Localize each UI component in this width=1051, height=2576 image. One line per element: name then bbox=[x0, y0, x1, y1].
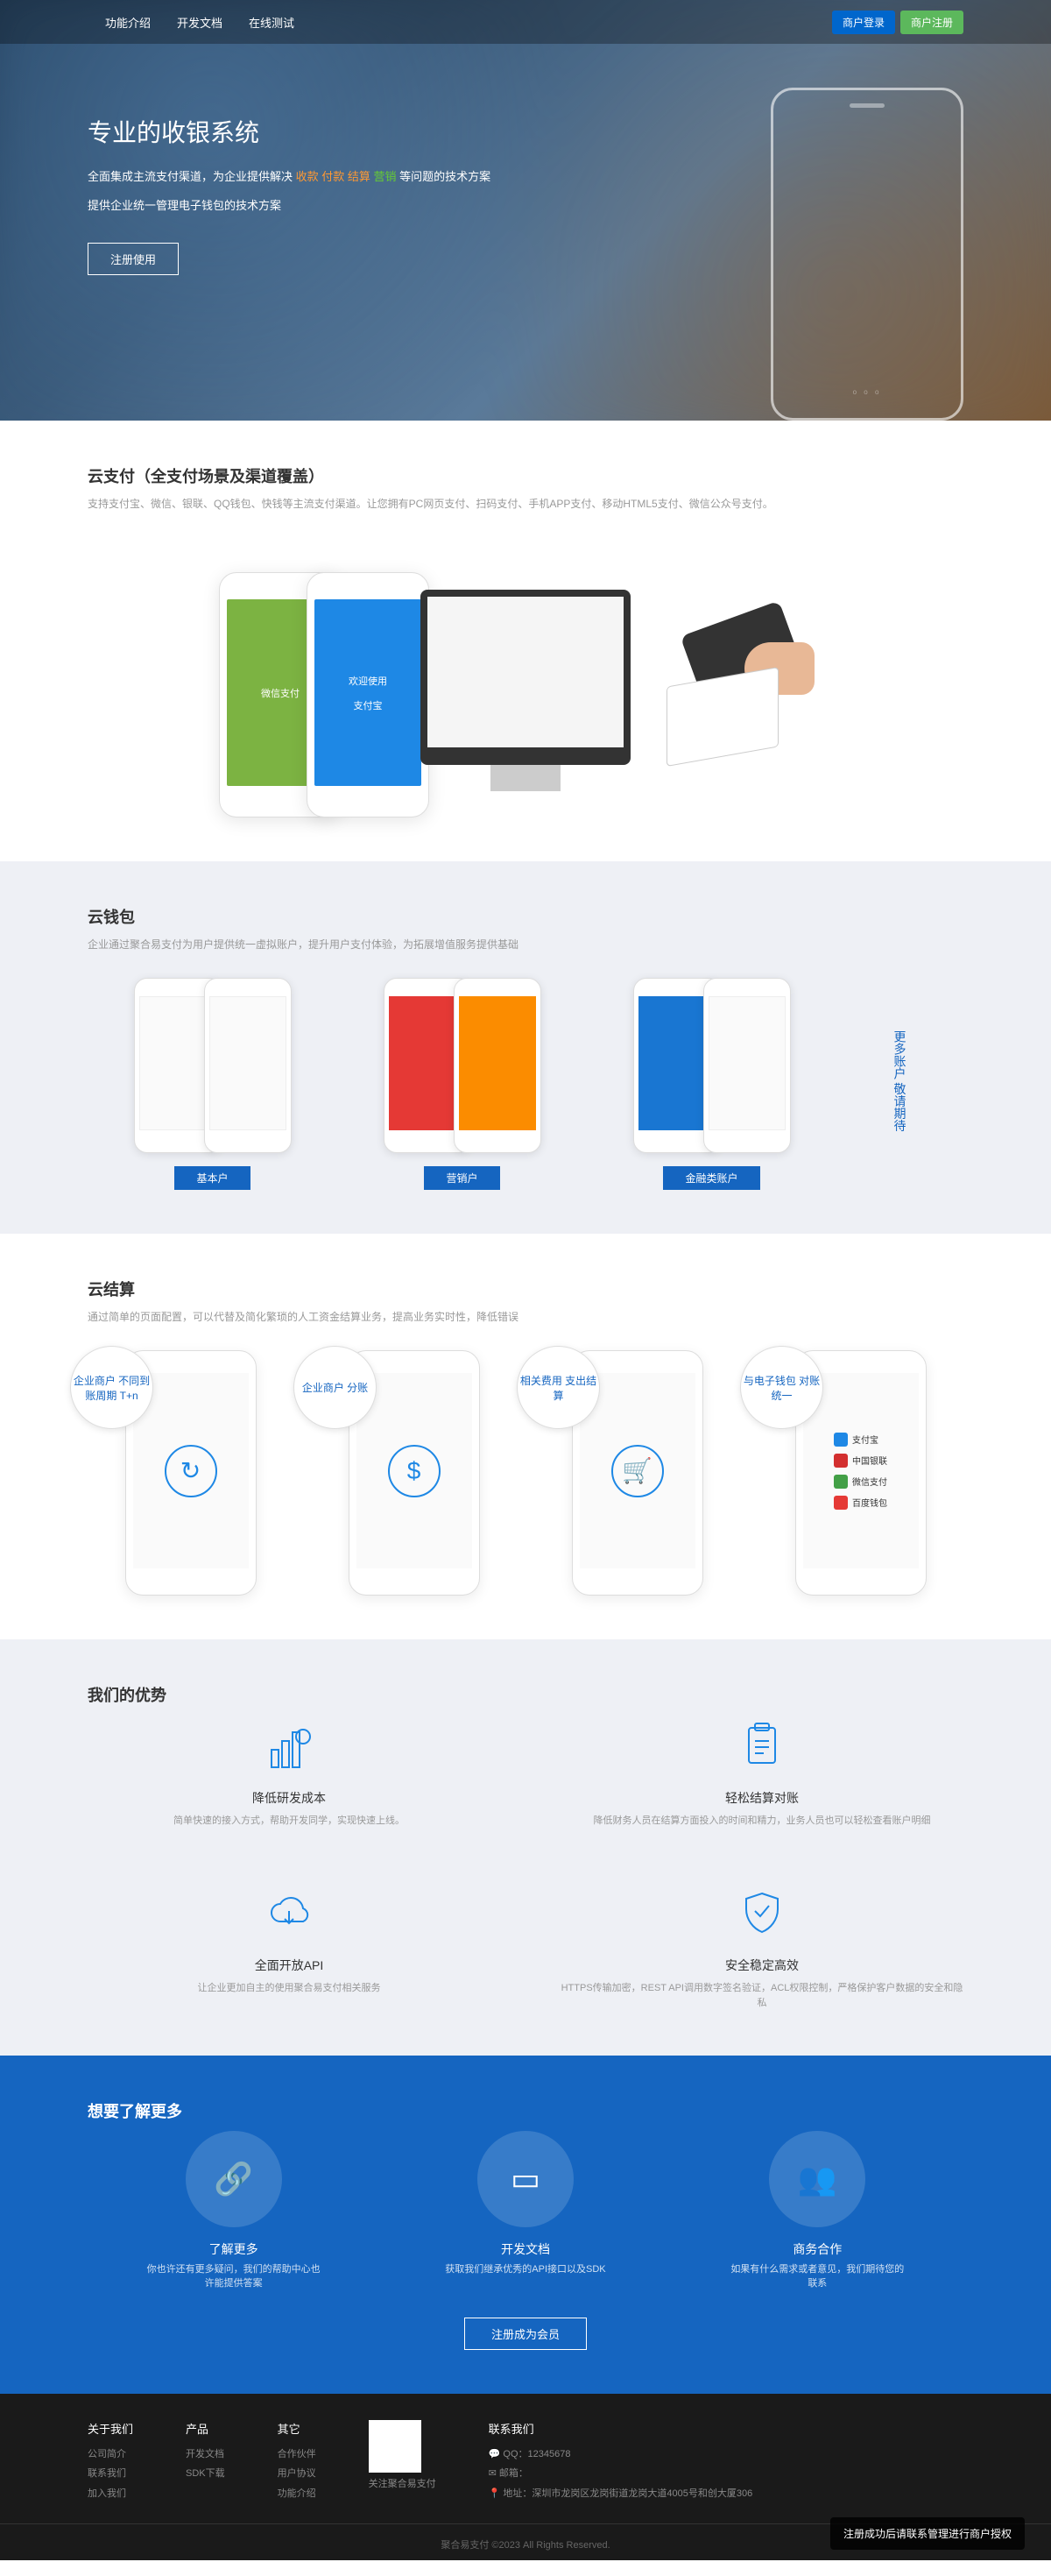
settle-desc: 通过简单的页面配置，可以代替及简化繁琐的人工资金结算业务，提高业务实时性，降低错… bbox=[88, 1309, 963, 1324]
link-icon: 🔗 bbox=[186, 2131, 282, 2227]
wallet-btn-basic[interactable]: 基本户 bbox=[174, 1166, 250, 1190]
hero-register-button[interactable]: 注册使用 bbox=[88, 243, 179, 275]
learn-3-title: 商务合作 bbox=[730, 2240, 905, 2258]
learn-3-desc: 如果有什么需求或者意见，我们期待您的联系 bbox=[730, 2262, 905, 2291]
adv-3-title: 全面开放API bbox=[88, 1957, 490, 1974]
qr-code bbox=[369, 2420, 421, 2473]
main-nav: 功能介绍 开发文档 在线测试 bbox=[105, 14, 294, 31]
contact-email: ✉ 邮箱： bbox=[489, 2466, 963, 2481]
learn-title: 想要了解更多 bbox=[88, 2099, 963, 2122]
nav-test[interactable]: 在线测试 bbox=[249, 14, 294, 31]
flink-about[interactable]: 公司简介 bbox=[88, 2447, 133, 2462]
learn-1-desc: 你也许还有更多疑问，我们的帮助中心也许能提供答案 bbox=[146, 2262, 321, 2291]
adv-2-title: 轻松结算对账 bbox=[561, 1789, 963, 1807]
flink-features[interactable]: 功能介绍 bbox=[278, 2487, 316, 2502]
wallet-btn-finance[interactable]: 金融类账户 bbox=[663, 1166, 759, 1190]
wallet-title: 云钱包 bbox=[88, 905, 963, 928]
flink-sdk[interactable]: SDK下载 bbox=[186, 2466, 225, 2481]
cloud-icon bbox=[258, 1882, 320, 1943]
settle-badge-2: 企业商户 分账 bbox=[293, 1346, 377, 1429]
learn-1-title: 了解更多 bbox=[146, 2240, 321, 2258]
moneybag-icon: $ bbox=[388, 1445, 441, 1497]
wallet-btn-marketing[interactable]: 营销户 bbox=[424, 1166, 499, 1190]
clipboard-icon bbox=[731, 1715, 793, 1776]
cloudpay-image: 微信支付 欢迎使用支付宝 bbox=[88, 537, 963, 817]
section-cloudpay: 云支付（全支付场景及渠道覆盖） 支持支付宝、微信、银联、QQ钱包、快钱等主流支付… bbox=[0, 421, 1051, 861]
flink-agree[interactable]: 用户协议 bbox=[278, 2466, 316, 2481]
toast-message: 注册成功后请联系管理进行商户授权 bbox=[830, 2517, 1025, 2550]
settle-title: 云结算 bbox=[88, 1277, 963, 1300]
flink-devdoc[interactable]: 开发文档 bbox=[186, 2447, 225, 2462]
shield-icon bbox=[731, 1882, 793, 1943]
flink-contact[interactable]: 联系我们 bbox=[88, 2466, 133, 2481]
hero-desc-1: 全面集成主流支付渠道，为企业提供解决 收款 付款 结算 营销 等问题的技术方案 bbox=[88, 166, 683, 187]
nav-feature[interactable]: 功能介绍 bbox=[105, 14, 151, 31]
hero-title: 专业的收银系统 bbox=[88, 114, 683, 149]
fcol-contact-h: 联系我们 bbox=[489, 2420, 963, 2437]
adv-4-desc: HTTPS传输加密，REST API调用数字签名验证，ACL权限控制，严格保护客… bbox=[561, 1981, 963, 2012]
settle-badge-1: 企业商户 不同到账周期 T+n bbox=[70, 1346, 153, 1429]
learn-2-title: 开发文档 bbox=[438, 2240, 613, 2258]
cloudpay-desc: 支持支付宝、微信、银联、QQ钱包、快钱等主流支付渠道。让您拥有PC网页支付、扫码… bbox=[88, 496, 963, 511]
fcol-3-h: 其它 bbox=[278, 2420, 316, 2437]
section-advantage: 我们的优势 降低研发成本 简单快速的接入方式，帮助开发同学，实现快速上线。 轻松… bbox=[0, 1639, 1051, 2056]
adv-3-desc: 让企业更加自主的使用聚合易支付相关服务 bbox=[88, 1981, 490, 1997]
settle-badge-3: 相关费用 支出结算 bbox=[517, 1346, 600, 1429]
qr-label: 关注聚合易支付 bbox=[369, 2477, 436, 2492]
hero-desc-2: 提供企业统一管理电子钱包的技术方案 bbox=[88, 195, 683, 216]
learn-2-desc: 获取我们继承优秀的API接口以及SDK bbox=[438, 2262, 613, 2277]
adv-1-title: 降低研发成本 bbox=[88, 1789, 490, 1807]
flink-join[interactable]: 加入我们 bbox=[88, 2487, 133, 2502]
flink-partner[interactable]: 合作伙伴 bbox=[278, 2447, 316, 2462]
fcol-2-h: 产品 bbox=[186, 2420, 225, 2437]
contact-qq: 💬 QQ：12345678 bbox=[489, 2447, 963, 2462]
adv-1-desc: 简单快速的接入方式，帮助开发同学，实现快速上线。 bbox=[88, 1814, 490, 1829]
wallet-desc: 企业通过聚合易支付为用户提供统一虚拟账户，提升用户支付体验，为拓展增值服务提供基… bbox=[88, 937, 963, 952]
section-wallet: 云钱包 企业通过聚合易支付为用户提供统一虚拟账户，提升用户支付体验，为拓展增值服… bbox=[0, 861, 1051, 1234]
docs-icon: ▭ bbox=[477, 2131, 574, 2227]
contact-addr: 📍 地址：深圳市龙岗区龙岗街道龙岗大道4005号和创大厦306 bbox=[489, 2487, 963, 2502]
hero-phone-mock bbox=[771, 88, 963, 421]
fcol-1-h: 关于我们 bbox=[88, 2420, 133, 2437]
people-icon: 👥 bbox=[769, 2131, 865, 2227]
hero: 专业的收银系统 全面集成主流支付渠道，为企业提供解决 收款 付款 结算 营销 等… bbox=[0, 0, 1051, 421]
cycle-icon: ↻ bbox=[165, 1445, 217, 1497]
adv-4-title: 安全稳定高效 bbox=[561, 1957, 963, 1974]
register-button[interactable]: 商户注册 bbox=[900, 11, 963, 34]
login-button[interactable]: 商户登录 bbox=[832, 11, 895, 34]
adv-2-desc: 降低财务人员在结算方面投入的时间和精力，业务人员也可以轻松查看账户明细 bbox=[561, 1814, 963, 1829]
cart-icon: 🛒 bbox=[611, 1445, 664, 1497]
adv-title: 我们的优势 bbox=[88, 1683, 963, 1706]
chart-icon bbox=[258, 1715, 320, 1776]
section-learn: 想要了解更多 🔗 了解更多 你也许还有更多疑问，我们的帮助中心也许能提供答案 ▭… bbox=[0, 2056, 1051, 2394]
pay-list: 支付宝 中国银联 微信支付 百度钱包 bbox=[825, 1424, 896, 1518]
cloudpay-title: 云支付（全支付场景及渠道覆盖） bbox=[88, 464, 963, 487]
settle-badge-4: 与电子钱包 对账统一 bbox=[740, 1346, 823, 1429]
nav-docs[interactable]: 开发文档 bbox=[177, 14, 222, 31]
learn-register-button[interactable]: 注册成为会员 bbox=[464, 2318, 587, 2350]
header: 功能介绍 开发文档 在线测试 商户登录 商户注册 bbox=[0, 0, 1051, 44]
section-settle: 云结算 通过简单的页面配置，可以代替及简化繁琐的人工资金结算业务，提高业务实时性… bbox=[0, 1234, 1051, 1639]
wallet-more: 更多账户 敬请期待 bbox=[892, 978, 909, 1132]
